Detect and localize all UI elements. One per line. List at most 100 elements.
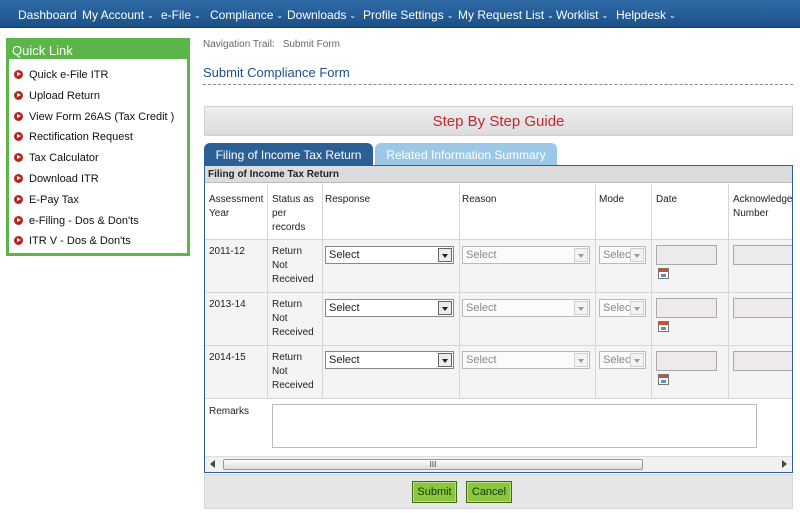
remarks-textarea[interactable] [272, 404, 757, 448]
calendar-icon[interactable] [658, 268, 669, 279]
arrow-bullet-icon [14, 132, 23, 141]
acknowledgement-number-input[interactable] [733, 351, 792, 371]
date-input[interactable] [656, 298, 717, 318]
chevron-down-icon: ⌄ [147, 11, 154, 20]
quick-link-rectification-request[interactable]: Rectification Request [14, 131, 133, 143]
row-status: Return Not Received [272, 246, 314, 285]
quick-link-e-filing-dos-donts[interactable]: e-Filing - Dos & Don'ts [14, 215, 139, 227]
grid-line [595, 184, 596, 399]
row-year: 2013-14 [209, 299, 246, 310]
dropdown-arrow-icon [630, 301, 644, 315]
nav-profile-settings[interactable]: Profile Settings ⌄ [363, 8, 453, 22]
scrollbar-thumb[interactable]: III [223, 459, 643, 470]
title-divider [203, 84, 793, 85]
arrow-bullet-icon [14, 216, 23, 225]
date-input[interactable] [656, 245, 717, 265]
response-select[interactable]: Select [325, 246, 454, 264]
header-acknowledge-number: Acknowledge Number [733, 194, 793, 219]
nav-dashboard[interactable]: Dashboard [18, 8, 77, 22]
dropdown-arrow-icon [574, 301, 588, 315]
dropdown-arrow-icon [630, 353, 644, 367]
quick-link-tax-calculator[interactable]: Tax Calculator [14, 152, 99, 164]
dropdown-arrow-icon [438, 248, 452, 262]
dropdown-arrow-icon [574, 248, 588, 262]
header-date: Date [656, 194, 678, 205]
grid-line [459, 184, 460, 399]
row-year: 2011-12 [209, 246, 245, 257]
mode-select[interactable]: Selec [599, 351, 646, 369]
header-mode: Mode [599, 194, 625, 205]
mode-select[interactable]: Selec [599, 246, 646, 264]
tab-filing-of-income-tax-return[interactable]: Filing of Income Tax Return [204, 143, 373, 166]
calendar-icon[interactable] [658, 374, 669, 385]
grid-line [205, 345, 792, 346]
header-reason: Reason [462, 194, 497, 205]
mode-select[interactable]: Selec [599, 299, 646, 317]
calendar-icon[interactable] [658, 321, 669, 332]
horizontal-scrollbar[interactable]: III [205, 456, 792, 472]
nav-compliance[interactable]: Compliance ⌄ [210, 8, 283, 22]
quick-link-upload-return[interactable]: Upload Return [14, 90, 100, 102]
date-input[interactable] [656, 351, 717, 371]
grid-line [205, 239, 792, 240]
cancel-button[interactable]: Cancel [466, 481, 512, 503]
form-actions-bar: Submit Cancel [204, 474, 793, 509]
grid-line [205, 292, 792, 293]
nav-downloads[interactable]: Downloads ⌄ [287, 8, 356, 22]
arrow-bullet-icon [14, 153, 23, 162]
guide-title: Step By Step Guide [432, 113, 565, 130]
scroll-left-arrow-icon[interactable] [210, 460, 215, 468]
arrow-bullet-icon [14, 195, 23, 204]
breadcrumb-label: Navigation Trail: [203, 39, 275, 50]
acknowledgement-number-input[interactable] [733, 245, 792, 265]
acknowledgement-number-input[interactable] [733, 298, 792, 318]
dropdown-arrow-icon [574, 353, 588, 367]
grid-line [267, 184, 268, 399]
top-navigation: Dashboard My Account ⌄ e-File ⌄ Compliance… [0, 0, 800, 28]
response-select[interactable]: Select [325, 351, 454, 369]
quick-link-quick-e-file-itr[interactable]: Quick e-File ITR [14, 69, 108, 81]
page-title: Submit Compliance Form [203, 65, 350, 80]
breadcrumb-current: Submit Form [282, 39, 340, 50]
nav-e-file[interactable]: e-File ⌄ [161, 8, 201, 22]
remarks-label: Remarks [209, 406, 250, 417]
arrow-bullet-icon [14, 174, 23, 183]
quick-link-e-pay-tax[interactable]: E-Pay Tax [14, 194, 79, 206]
reason-select[interactable]: Select [462, 246, 590, 264]
nav-my-request-list[interactable]: My Request List ⌄ [458, 8, 554, 22]
row-status: Return Not Received [272, 352, 314, 391]
chevron-down-icon: ⌄ [194, 11, 201, 20]
arrow-bullet-icon [14, 112, 23, 121]
chevron-down-icon: ⌄ [446, 11, 454, 20]
row-year: 2014-15 [209, 352, 246, 363]
quick-link-download-itr[interactable]: Download ITR [14, 173, 99, 185]
scrollbar-grip: III [429, 460, 437, 469]
reason-select[interactable]: Select [462, 299, 590, 317]
quick-link-view-form-26as[interactable]: View Form 26AS (Tax Credit ) [14, 111, 174, 123]
dropdown-arrow-icon [438, 301, 452, 315]
grid-line [322, 184, 323, 399]
scroll-right-arrow-icon[interactable] [782, 460, 787, 468]
dropdown-arrow-icon [438, 353, 452, 367]
breadcrumb: Navigation Trail: Submit Form [203, 39, 340, 50]
nav-worklist[interactable]: Worklist ⌄ [556, 8, 608, 22]
chevron-down-icon: ⌄ [601, 11, 609, 20]
table-caption: Filing of Income Tax Return [205, 166, 792, 183]
arrow-bullet-icon [14, 236, 23, 245]
arrow-bullet-icon [14, 91, 23, 100]
quick-link-panel: Quick Link Quick e-File ITR Upload Retur… [6, 38, 190, 256]
submit-button[interactable]: Submit [412, 481, 457, 503]
nav-my-account[interactable]: My Account ⌄ [82, 8, 154, 22]
dropdown-arrow-icon [630, 248, 644, 262]
nav-helpdesk[interactable]: Helpdesk ⌄ [616, 8, 676, 22]
response-select[interactable]: Select [325, 299, 454, 317]
chevron-down-icon: ⌄ [276, 11, 284, 20]
quick-link-title: Quick Link [9, 41, 187, 59]
chevron-down-icon: ⌄ [349, 11, 357, 20]
header-response: Response [325, 194, 371, 205]
quick-link-itr-v-dos-donts[interactable]: ITR V - Dos & Don'ts [14, 235, 131, 247]
header-status: Status as per records [272, 194, 314, 233]
reason-select[interactable]: Select [462, 351, 590, 369]
header-assessment-year: Assessment Year [209, 194, 264, 219]
tab-related-information-summary[interactable]: Related Information Summary [375, 143, 557, 166]
